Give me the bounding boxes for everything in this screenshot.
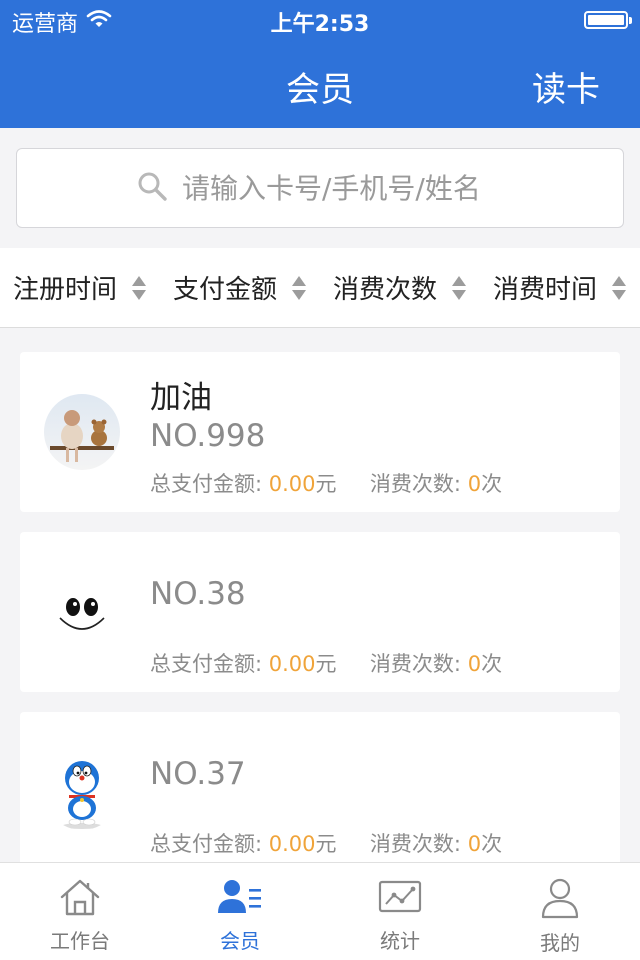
- battery-icon: [584, 11, 632, 29]
- member-number: NO.37: [150, 756, 246, 792]
- total-pay-value: 0.00: [268, 472, 316, 496]
- search-box[interactable]: [16, 148, 624, 228]
- sort-arrows-icon: [452, 275, 466, 300]
- member-card[interactable]: NO.37 总支付金额: 0.00元 消费次数: 0次: [20, 712, 620, 872]
- home-icon: [60, 879, 100, 916]
- visits-value: 0: [467, 652, 482, 676]
- sort-arrows-icon: [132, 275, 146, 300]
- members-icon: [218, 880, 261, 913]
- total-pay-value: 0.00: [268, 652, 316, 676]
- sort-label: 注册时间: [12, 275, 117, 305]
- search-icon: [136, 170, 168, 206]
- total-pay-label: 总支付金额:: [150, 832, 263, 856]
- sort-pay-amount[interactable]: 支付金额: [160, 269, 320, 306]
- total-pay-value: 0.00: [268, 832, 316, 856]
- total-pay-unit: 元: [315, 832, 337, 856]
- member-number: NO.38: [150, 576, 246, 612]
- visits-unit: 次: [481, 472, 503, 496]
- tab-bar: 工作台 会员 统计 我的: [0, 862, 640, 960]
- total-pay-label: 总支付金额:: [150, 472, 263, 496]
- chart-icon: [378, 880, 422, 913]
- visits-label: 消费次数:: [369, 652, 461, 676]
- avatar: [44, 754, 120, 830]
- user-icon: [541, 878, 579, 919]
- member-card[interactable]: 加油 NO.998 总支付金额: 0.00元 消费次数: 0次: [20, 352, 620, 512]
- total-pay-unit: 元: [315, 472, 337, 496]
- read-card-button[interactable]: 读卡: [532, 62, 600, 111]
- visits-value: 0: [467, 832, 482, 856]
- sort-label: 消费次数: [332, 275, 437, 305]
- status-bar: 运营商 上午2:53: [0, 0, 640, 40]
- sort-visit-time[interactable]: 消费时间: [480, 269, 640, 306]
- total-pay-unit: 元: [315, 652, 337, 676]
- member-stats: 总支付金额: 0.00元 消费次数: 0次: [150, 468, 502, 498]
- tab-statistics[interactable]: 统计: [320, 863, 480, 960]
- tab-mine[interactable]: 我的: [480, 863, 640, 960]
- avatar: [44, 574, 120, 650]
- sort-visit-count[interactable]: 消费次数: [320, 269, 480, 306]
- total-pay-label: 总支付金额:: [150, 652, 263, 676]
- visits-label: 消费次数:: [369, 472, 461, 496]
- member-stats: 总支付金额: 0.00元 消费次数: 0次: [150, 648, 502, 678]
- member-card[interactable]: NO.38 总支付金额: 0.00元 消费次数: 0次: [20, 532, 620, 692]
- sort-register-time[interactable]: 注册时间: [0, 269, 160, 306]
- visits-unit: 次: [481, 652, 503, 676]
- clock: 上午2:53: [270, 12, 370, 37]
- member-number: NO.998: [150, 418, 266, 454]
- visits-unit: 次: [481, 832, 503, 856]
- tab-workbench[interactable]: 工作台: [0, 863, 160, 960]
- member-name: 加油: [150, 380, 212, 416]
- tab-label: 我的: [540, 931, 580, 955]
- sort-label: 消费时间: [492, 275, 597, 305]
- visits-label: 消费次数:: [369, 832, 461, 856]
- search-input[interactable]: [180, 170, 504, 206]
- visits-value: 0: [467, 472, 482, 496]
- sort-bar: 注册时间 支付金额 消费次数 消费时间: [0, 248, 640, 328]
- sort-label: 支付金额: [172, 275, 277, 305]
- tab-label: 会员: [220, 929, 260, 953]
- nav-bar: 会员 读卡: [0, 40, 640, 128]
- member-stats: 总支付金额: 0.00元 消费次数: 0次: [150, 828, 502, 858]
- sort-arrows-icon: [292, 275, 306, 300]
- battery-fill: [588, 15, 624, 25]
- sort-arrows-icon: [612, 275, 626, 300]
- tab-label: 统计: [380, 929, 420, 953]
- tab-members[interactable]: 会员: [160, 863, 320, 960]
- tab-label: 工作台: [50, 929, 110, 953]
- avatar: [44, 394, 120, 470]
